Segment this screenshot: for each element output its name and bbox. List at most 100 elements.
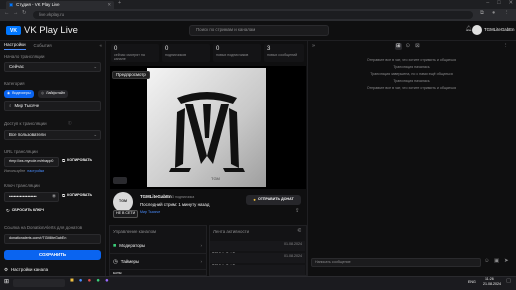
feed-item: TGMLiteGabEn ● в эту трансляцию 01.08.20… xyxy=(210,241,305,256)
access-label: Доступ к трансляции xyxy=(4,121,47,126)
stat-new-followers-label: новых подписчиков xyxy=(216,53,249,57)
game-link[interactable]: Мир Тысяче xyxy=(140,210,160,215)
copy-key-button[interactable]: ⧉ КОПИРОВАТЬ xyxy=(62,193,92,198)
chat-mode-icon[interactable]: ⊞ xyxy=(395,43,402,51)
donation-link-value: donationalerts.com/r/TGMliteGabEn xyxy=(9,236,67,241)
chat-mode-buttons: ⊞ ⊙ ⊠ xyxy=(395,43,421,51)
back-icon[interactable]: ← xyxy=(4,10,9,16)
gift-icon[interactable]: ▣ xyxy=(494,258,499,264)
browser-menu-icon[interactable]: ⋮ xyxy=(504,10,509,16)
chat-users-icon[interactable]: ⊙ xyxy=(405,43,412,50)
feed-item: Коллаборация Кампочи Тухуре Реднеку №1 xyxy=(210,265,305,280)
channel-settings-row[interactable]: ⚙ Настройки канала ⌃ xyxy=(4,267,115,272)
send-donation-label: ОТПРАВИТЬ ДОНАТ xyxy=(257,197,294,202)
tgm-logo-image: TGM xyxy=(169,92,245,181)
preview-badge: Предпросмотр xyxy=(112,71,150,80)
chat-system-message: Отправьте все в чат, что хотите стримить… xyxy=(366,86,457,90)
manager-item-label: Модераторы xyxy=(119,243,146,249)
browser-tab[interactable]: ▣ Студия - VK Play Live ✕ xyxy=(6,1,114,9)
chevron-down-icon: ⌄ xyxy=(93,131,97,137)
donation-link-field[interactable]: donationalerts.com/r/TGMliteGabEn xyxy=(4,234,101,244)
url-field[interactable]: live.vkplay.ru xyxy=(33,11,473,19)
chat-more-icon[interactable]: ⋮ xyxy=(503,43,508,49)
vk-logo[interactable]: VK xyxy=(6,26,21,35)
windows-start-icon[interactable]: ⊞ xyxy=(4,278,9,285)
browser-app-icon[interactable]: ● xyxy=(79,277,83,284)
expand-chat-icon[interactable]: » xyxy=(312,43,315,49)
chat-message-input[interactable]: Написать сообщение xyxy=(311,258,481,267)
clock-date[interactable]: 21.08.2024 xyxy=(483,282,501,287)
share-icon[interactable]: ⇪ xyxy=(295,208,300,214)
copy-url-label: КОПИРОВАТЬ xyxy=(67,158,93,163)
filter-icon[interactable]: ⚟ xyxy=(297,228,302,234)
tab-events[interactable]: События xyxy=(34,43,52,48)
app-icon[interactable]: ● xyxy=(88,277,92,284)
stat-viewers: 0 сейчас смотрят на канале xyxy=(111,44,159,62)
user-avatar[interactable] xyxy=(472,25,482,35)
username[interactable]: TGMLiteGabEn xyxy=(484,27,515,32)
copy-icon: ⧉ xyxy=(62,158,66,163)
tab-settings[interactable]: Настройки xyxy=(4,42,26,50)
collapse-panel-icon[interactable]: « xyxy=(100,43,102,48)
brand-title: VK Play Live xyxy=(24,25,78,36)
copy-icon: ⧉ xyxy=(62,193,66,198)
save-button[interactable]: СОХРАНИТЬ xyxy=(4,250,101,260)
minimize-icon[interactable]: – xyxy=(486,0,489,6)
maximize-icon[interactable]: □ xyxy=(497,0,500,6)
manager-item-timers[interactable]: ◷ Таймеры › xyxy=(110,256,206,270)
player-control-button[interactable] xyxy=(113,177,127,184)
alt-hint-text: Используйте xyxy=(4,169,26,173)
gear-icon: ⚙ xyxy=(4,267,8,272)
channel-management-title: Управление каналом xyxy=(113,229,157,234)
channel-avatar[interactable]: TGM xyxy=(113,192,133,212)
alt-settings-link[interactable]: настройки xyxy=(27,169,44,174)
url-text: live.vkplay.ru xyxy=(39,11,65,17)
manager-item-moderators[interactable]: ■ Модераторы › xyxy=(110,240,206,254)
app-icon[interactable]: ● xyxy=(96,277,100,284)
channel-name[interactable]: TGMLiteGabEn xyxy=(140,194,172,199)
browser-tab-title: Студия - VK Play Live xyxy=(16,1,60,7)
chat-popout-icon[interactable]: ⊠ xyxy=(414,43,421,50)
notification-center-icon[interactable]: ▢ xyxy=(506,278,511,284)
stream-key-field[interactable]: •••••••••••••••••• xyxy=(4,192,59,202)
app-icon[interactable]: ● xyxy=(105,277,109,284)
reload-icon[interactable]: ↻ xyxy=(22,10,27,16)
followers-count: 3 подписчика xyxy=(172,195,195,199)
notifications-icon[interactable]: 🔔︎ xyxy=(465,26,472,32)
show-key-icon[interactable]: ◉ xyxy=(52,193,56,198)
extensions-icon[interactable]: ⧉ xyxy=(480,10,484,16)
keyboard-language[interactable]: ENG xyxy=(468,280,476,285)
chat-system-message: Трансляция началась xyxy=(393,79,430,83)
stat-messages: 3 новых сообщений xyxy=(264,44,304,62)
chevron-right-icon: › xyxy=(200,259,202,265)
stream-url-field[interactable]: rtmp://ws.myrcde.m/ebapp0 xyxy=(4,157,59,167)
category-label: Категория xyxy=(4,81,25,86)
send-icon[interactable]: ➤ xyxy=(504,258,509,264)
forward-icon[interactable]: → xyxy=(13,10,18,16)
site-search-input[interactable]: Поиск по стримам и каналам xyxy=(189,25,329,36)
stream-preview-image: TGM xyxy=(147,68,266,187)
category-search-input[interactable]: ⌕ Мир Тысяче xyxy=(4,101,101,111)
taskbar-search[interactable] xyxy=(13,279,65,287)
category-chip-lifestyle[interactable]: ◍ Лайфстайл xyxy=(38,90,68,98)
close-window-icon[interactable]: ✕ xyxy=(508,0,513,6)
file-explorer-icon[interactable]: ■ xyxy=(70,277,74,284)
emoji-icon[interactable]: ☺ xyxy=(484,258,490,264)
donation-label: Ссылка на DonationAlerts для донатов xyxy=(4,225,83,230)
stat-messages-label: новых сообщений xyxy=(267,53,298,57)
send-donation-button[interactable]: ● ОТПРАВИТЬ ДОНАТ xyxy=(246,195,301,205)
copy-url-button[interactable]: ⧉ КОПИРОВАТЬ xyxy=(62,158,93,163)
category-chip-videogames[interactable]: ◉ Видеоигры xyxy=(4,90,34,98)
stream-url-value: rtmp://ws.myrcde.m/ebapp0 xyxy=(9,159,54,164)
stream-start-value: Сейчас xyxy=(9,63,24,69)
access-select[interactable]: Все пользователи ⌄ xyxy=(4,130,101,140)
close-tab-icon[interactable]: ✕ xyxy=(107,2,111,7)
stream-start-select[interactable]: Сейчас ⌄ xyxy=(4,62,101,72)
chevron-down-icon: ⌄ xyxy=(93,63,97,69)
stat-followers-label: подписчиков xyxy=(165,53,187,57)
reset-key-button[interactable]: ↻ СБРОСИТЬ КЛЮЧ xyxy=(6,208,44,213)
new-tab-icon[interactable]: + xyxy=(118,0,121,6)
profile-icon[interactable]: ● xyxy=(492,10,495,16)
last-stream-text: Последний стрим: 1 минуту назад xyxy=(140,202,210,207)
alt-hint: Используйте настройки xyxy=(4,169,44,174)
